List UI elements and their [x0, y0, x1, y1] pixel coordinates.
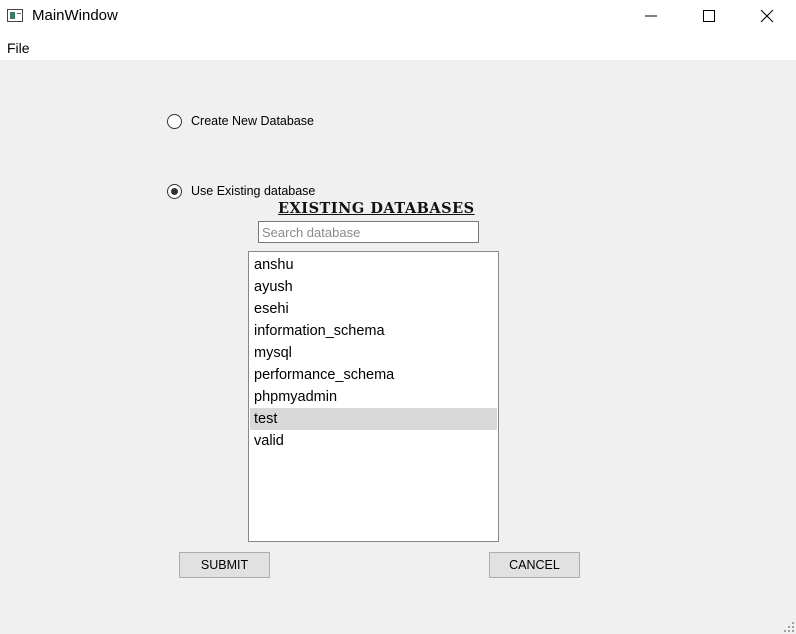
- database-list[interactable]: anshu ayush esehi information_schema mysql pe…: [248, 251, 499, 542]
- menu-file[interactable]: File: [7, 40, 30, 56]
- create-new-database-option[interactable]: Create New Database: [167, 112, 314, 130]
- window-title: MainWindow: [32, 7, 118, 24]
- app-window-icon: [7, 9, 23, 22]
- database-list-item[interactable]: performance_schema: [250, 364, 497, 386]
- database-list-item[interactable]: information_schema: [250, 320, 497, 342]
- maximize-button[interactable]: [680, 0, 738, 32]
- close-icon: [760, 9, 774, 23]
- minimize-icon: [645, 15, 657, 17]
- database-list-item[interactable]: test: [250, 408, 497, 430]
- menu-bar: File: [0, 32, 796, 60]
- use-existing-radio[interactable]: [167, 183, 182, 199]
- existing-databases-heading: EXISTING DATABASES: [278, 200, 475, 217]
- database-list-item[interactable]: anshu: [250, 254, 497, 276]
- use-existing-database-option[interactable]: Use Existing database: [167, 182, 315, 200]
- create-new-radio[interactable]: [167, 113, 182, 129]
- database-list-item[interactable]: phpmyadmin: [250, 386, 497, 408]
- submit-button[interactable]: SUBMIT: [179, 552, 270, 578]
- resize-grip-icon[interactable]: [784, 622, 794, 632]
- maximize-icon: [703, 10, 715, 22]
- database-list-item[interactable]: valid: [250, 430, 497, 452]
- use-existing-label[interactable]: Use Existing database: [191, 184, 315, 198]
- create-new-label[interactable]: Create New Database: [191, 114, 314, 128]
- title-bar: MainWindow: [0, 0, 796, 32]
- minimize-button[interactable]: [622, 0, 680, 32]
- database-list-item[interactable]: ayush: [250, 276, 497, 298]
- database-list-item[interactable]: mysql: [250, 342, 497, 364]
- cancel-button[interactable]: CANCEL: [489, 552, 580, 578]
- close-button[interactable]: [738, 0, 796, 32]
- database-list-item[interactable]: esehi: [250, 298, 497, 320]
- search-database-input[interactable]: [258, 221, 479, 243]
